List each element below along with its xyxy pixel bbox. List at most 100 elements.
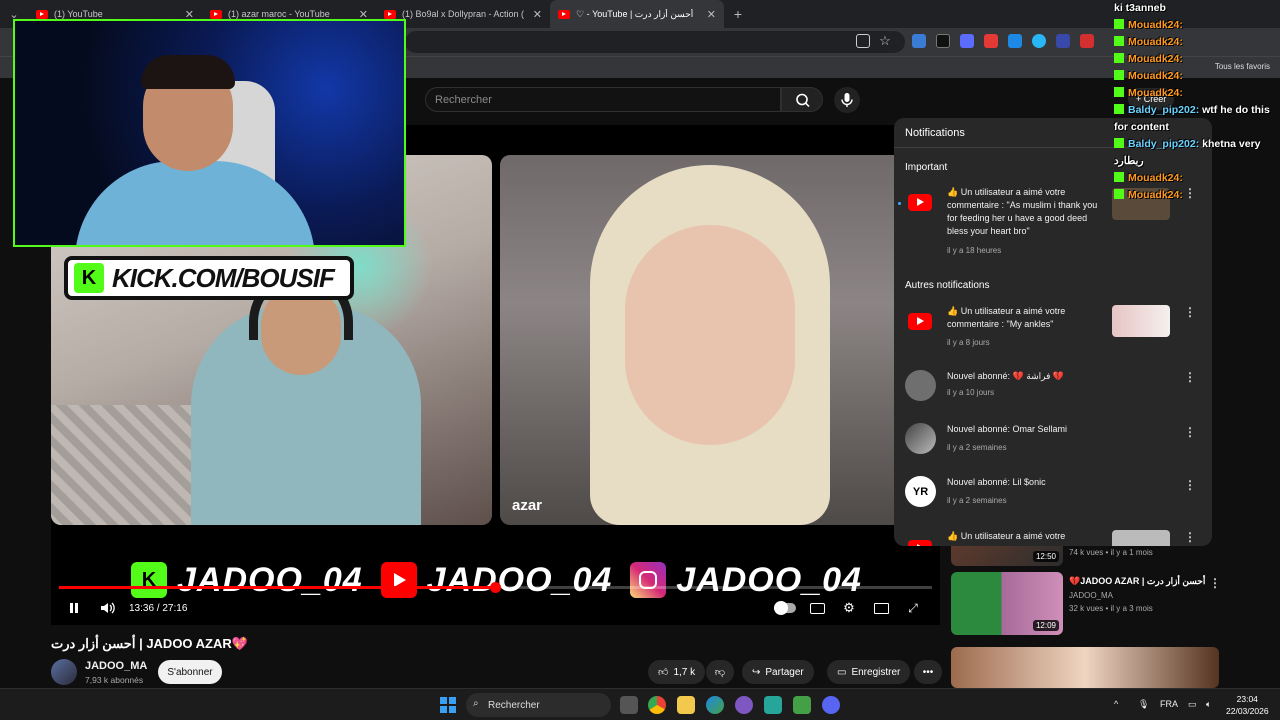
subscriber-count: 7,93 k abonnés <box>85 675 144 685</box>
fullscreen-button[interactable]: ⤢ <box>900 597 926 619</box>
extension-icon[interactable] <box>1080 34 1094 48</box>
kick-badge-icon <box>1114 70 1124 80</box>
tray-chevron-icon[interactable]: ^ <box>1114 699 1118 709</box>
progress-bar[interactable] <box>59 582 932 593</box>
notification-time: il y a 2 semaines <box>947 443 1007 452</box>
notification-time: il y a 8 jours <box>947 338 990 347</box>
kick-badge-icon <box>1114 172 1124 182</box>
screen: ⌄ (1) YouTube ✕ (1) azar maroc - YouTube… <box>0 0 1280 720</box>
volume-icon <box>101 602 115 614</box>
autoplay-toggle[interactable] <box>772 597 798 619</box>
notification-menu-icon[interactable]: ⋮ <box>1184 305 1196 319</box>
kick-url-banner: K KICK.COM/BOUSIF <box>64 256 354 300</box>
close-tab-icon[interactable]: ✕ <box>707 8 716 21</box>
new-tab-icon[interactable]: + <box>724 6 752 22</box>
channel-avatar[interactable] <box>51 659 77 685</box>
subtitles-button[interactable] <box>804 597 830 619</box>
bed <box>51 405 191 525</box>
tab-title: أحسن أزار درت | YouTube - ♡ <box>576 8 694 19</box>
search-input[interactable]: Rechercher <box>425 87 781 112</box>
windows-start-icon[interactable] <box>440 697 456 713</box>
extension-icon[interactable] <box>1056 34 1070 48</box>
network-icon[interactable]: ▭ <box>1188 699 1197 710</box>
kick-url-text: KICK.COM/BOUSIF <box>112 262 335 293</box>
extension-icon[interactable] <box>912 34 926 48</box>
scrubber-handle[interactable] <box>489 582 501 593</box>
extension-icon[interactable] <box>960 34 974 48</box>
video-title: أحسن أزار درت | JADOO AZAR💖 <box>51 636 248 651</box>
volume-button[interactable] <box>95 597 121 619</box>
pause-button[interactable] <box>61 597 87 619</box>
speaker-icon[interactable]: 🔈︎ <box>1206 699 1211 710</box>
autoplay-toggle-icon <box>774 601 796 615</box>
notification-menu-icon[interactable]: ⋮ <box>1184 425 1196 439</box>
chat-message: khetna very <box>1202 138 1261 150</box>
save-label: Enregistrer <box>851 666 901 678</box>
chat-message: ki t3anneb <box>1114 2 1166 14</box>
app-icon[interactable] <box>735 696 753 714</box>
voice-search-button[interactable] <box>834 87 860 113</box>
clock-time: 23:04 <box>1236 694 1258 704</box>
kick-logo-icon: K <box>74 263 104 293</box>
app-icon[interactable] <box>764 696 782 714</box>
chat-username: Mouadk24: <box>1128 53 1183 65</box>
miniplayer-button[interactable] <box>868 597 894 619</box>
system-clock[interactable]: 23:04 22/03/2026 <box>1226 693 1269 717</box>
subscribe-button[interactable]: S'abonner <box>158 660 222 684</box>
rec-thumbnail-2[interactable]: 12:09 <box>951 572 1063 635</box>
browser-tab-4-active[interactable]: أحسن أزار درت | YouTube - ♡ ✕ <box>550 0 724 28</box>
rec-channel[interactable]: JADOO_MA <box>1069 591 1113 600</box>
extension-icon[interactable] <box>1032 34 1046 48</box>
notification-time: il y a 10 jours <box>947 388 995 397</box>
more-actions-button[interactable]: ••• <box>914 660 942 684</box>
dislike-button[interactable]: 👎︎ <box>706 660 734 684</box>
chat-username: Mouadk24: <box>1128 19 1183 31</box>
notification-menu-icon[interactable]: ⋮ <box>1184 478 1196 492</box>
kick-logo-icon: K <box>131 562 167 598</box>
install-app-icon[interactable] <box>856 34 870 48</box>
extension-icon[interactable] <box>984 34 998 48</box>
rec-thumbnail-3[interactable] <box>951 647 1219 688</box>
youtube-avatar-icon <box>908 540 932 546</box>
like-button[interactable]: 👍︎ 1,7 k <box>648 660 706 684</box>
settings-button[interactable]: ⚙ <box>836 597 862 619</box>
discord-icon[interactable] <box>822 696 840 714</box>
close-tab-icon[interactable]: ✕ <box>533 8 542 21</box>
chat-username: Baldy_pip202: <box>1128 104 1200 116</box>
rec-title[interactable]: 💔JADOO AZAR | أحسن أزار درت <box>1069 576 1205 587</box>
azar-call-video: azar <box>500 155 940 525</box>
person-face <box>625 225 795 445</box>
address-bar[interactable] <box>405 31 905 53</box>
chat-username: Mouadk24: <box>1128 36 1183 48</box>
share-button[interactable]: ↪ Partager <box>742 660 814 684</box>
chrome-icon[interactable] <box>648 696 666 714</box>
azar-logo: azar <box>512 497 543 514</box>
bookmark-icon: ▭ <box>837 666 847 678</box>
chat-line: ربطارد <box>1114 153 1280 170</box>
extension-icon[interactable] <box>1008 34 1022 48</box>
app-icon[interactable] <box>793 696 811 714</box>
player-right-controls: ⚙ ⤢ <box>772 597 926 619</box>
extension-icon[interactable] <box>936 34 950 48</box>
rec-menu-icon[interactable]: ⋮ <box>1209 576 1221 590</box>
chat-username: Mouadk24: <box>1128 87 1183 99</box>
save-button[interactable]: ▭ Enregistrer <box>827 660 911 684</box>
channel-name[interactable]: JADOO_MA <box>85 660 147 672</box>
taskbar-search[interactable]: ⌕ Rechercher <box>466 693 611 717</box>
language-indicator[interactable]: FRA <box>1160 699 1178 709</box>
search-button[interactable] <box>781 87 823 112</box>
notification-menu-icon[interactable]: ⋮ <box>1184 530 1196 544</box>
edge-icon[interactable] <box>706 696 724 714</box>
chat-line: ki t3anneb <box>1114 0 1280 17</box>
microphone-tray-icon[interactable]: 🎙︎ <box>1138 699 1149 710</box>
notification-text: Nouvel abonné: Lil $onic <box>947 477 1046 487</box>
task-view-icon[interactable] <box>620 696 638 714</box>
notification-menu-icon[interactable]: ⋮ <box>1184 370 1196 384</box>
notification-time: il y a 18 heures <box>947 246 1002 255</box>
search-icon <box>796 93 810 108</box>
file-explorer-icon[interactable] <box>677 696 695 714</box>
time-display: 13:36 / 27:16 <box>129 602 188 614</box>
bookmark-star-icon[interactable]: ☆ <box>878 34 892 48</box>
clock-date: 22/03/2026 <box>1226 706 1269 716</box>
youtube-favicon-icon <box>210 9 222 19</box>
